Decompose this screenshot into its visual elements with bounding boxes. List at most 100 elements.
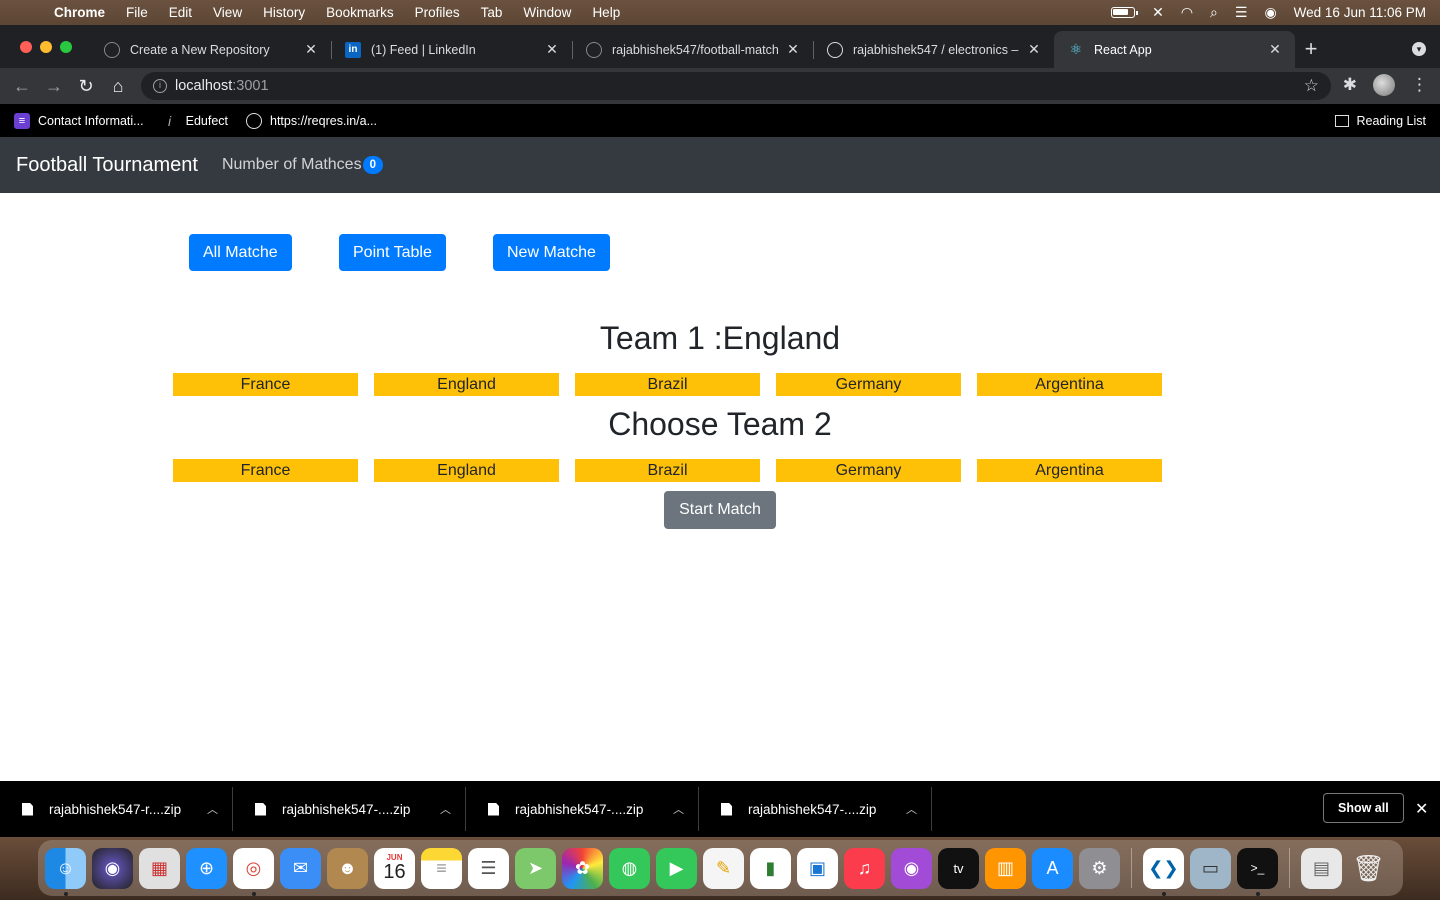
close-tab-icon[interactable]: ✕ bbox=[1267, 41, 1283, 58]
notes-icon[interactable]: ≡ bbox=[421, 847, 462, 889]
chrome-menu-icon[interactable]: ⋮ bbox=[1411, 75, 1428, 95]
contacts-icon[interactable]: ☻ bbox=[327, 847, 368, 889]
siri-icon[interactable]: ◉ bbox=[92, 847, 133, 889]
download-item[interactable]: rajabhishek547-r....zip ︿ bbox=[0, 787, 233, 831]
chevron-up-icon[interactable]: ︿ bbox=[440, 801, 451, 817]
siri-icon[interactable]: ◉ bbox=[1264, 4, 1276, 21]
reminders-icon[interactable]: ☰ bbox=[468, 847, 509, 889]
pages-icon[interactable]: ✎ bbox=[703, 847, 744, 889]
forward-icon[interactable]: → bbox=[38, 76, 70, 97]
team2-option[interactable]: England bbox=[374, 459, 559, 482]
show-all-downloads-button[interactable]: Show all bbox=[1323, 793, 1404, 823]
tab-football-match-repo[interactable]: rajabhishek547/football-match ✕ bbox=[572, 31, 813, 68]
system-preferences-icon[interactable]: ⚙ bbox=[1079, 847, 1120, 889]
close-tab-icon[interactable]: ✕ bbox=[303, 41, 319, 58]
numbers-icon[interactable]: ▮ bbox=[750, 847, 791, 889]
download-item[interactable]: rajabhishek547-....zip ︿ bbox=[699, 787, 932, 831]
profile-avatar[interactable] bbox=[1373, 74, 1395, 96]
team1-option[interactable]: Argentina bbox=[977, 373, 1162, 396]
close-tab-icon[interactable]: ✕ bbox=[544, 41, 560, 58]
team1-option[interactable]: France bbox=[173, 373, 358, 396]
bookmark-contact-information[interactable]: ≡ Contact Informati... bbox=[14, 112, 144, 129]
extensions-icon[interactable]: ✱ bbox=[1343, 75, 1357, 95]
menu-bookmarks[interactable]: Bookmarks bbox=[326, 5, 394, 20]
download-item[interactable]: rajabhishek547-....zip ︿ bbox=[233, 787, 466, 831]
site-info-icon[interactable]: i bbox=[153, 79, 167, 93]
bookmark-star-icon[interactable]: ☆ bbox=[1304, 76, 1319, 96]
maps-icon[interactable]: ➤ bbox=[515, 847, 556, 889]
reload-icon[interactable]: ↻ bbox=[70, 76, 102, 97]
menu-view[interactable]: View bbox=[213, 5, 242, 20]
minimize-window-button[interactable] bbox=[40, 41, 52, 53]
new-tab-icon[interactable]: + bbox=[1300, 36, 1322, 62]
close-window-button[interactable] bbox=[20, 41, 32, 53]
spotlight-search-icon[interactable]: ⌕ bbox=[1210, 4, 1218, 21]
app-store-icon[interactable]: A bbox=[1032, 847, 1073, 889]
reading-list-button[interactable]: Reading List bbox=[1334, 114, 1426, 128]
tab-linkedin[interactable]: in (1) Feed | LinkedIn ✕ bbox=[331, 31, 572, 68]
chevron-up-icon[interactable]: ︿ bbox=[906, 801, 917, 817]
navbar-brand[interactable]: Football Tournament bbox=[16, 154, 198, 177]
calendar-icon[interactable]: JUN 16 bbox=[374, 847, 415, 889]
match-count-link[interactable]: Number of Mathces 0 bbox=[222, 156, 383, 174]
chevron-up-icon[interactable]: ︿ bbox=[673, 801, 684, 817]
battery-icon[interactable] bbox=[1111, 7, 1139, 18]
menubar-clock[interactable]: Wed 16 Jun 11:06 PM bbox=[1294, 5, 1426, 20]
chevron-up-icon[interactable]: ︿ bbox=[207, 801, 218, 817]
team1-option[interactable]: England bbox=[374, 373, 559, 396]
photos-icon[interactable]: ✿ bbox=[562, 847, 603, 889]
home-icon[interactable]: ⌂ bbox=[102, 76, 134, 97]
all-matches-button[interactable]: All Matche bbox=[189, 234, 292, 271]
team2-option[interactable]: Germany bbox=[776, 459, 961, 482]
address-bar[interactable]: i localhost:3001 ☆ bbox=[141, 72, 1331, 100]
bookmark-edufect[interactable]: i Edufect bbox=[162, 113, 228, 129]
menu-edit[interactable]: Edit bbox=[169, 5, 192, 20]
mail-icon[interactable]: ✉ bbox=[280, 847, 321, 889]
menu-file[interactable]: File bbox=[126, 5, 148, 20]
facetime-icon[interactable]: ▶ bbox=[656, 847, 697, 889]
books-icon[interactable]: ▥ bbox=[985, 847, 1026, 889]
bookmark-reqres[interactable]: https://reqres.in/a... bbox=[246, 112, 377, 129]
tab-react-app[interactable]: ⚛ React App ✕ bbox=[1054, 31, 1295, 68]
menu-history[interactable]: History bbox=[263, 5, 305, 20]
close-tab-icon[interactable]: ✕ bbox=[785, 41, 801, 58]
chrome-icon[interactable]: ◎ bbox=[233, 847, 274, 896]
close-icon[interactable]: ✕ bbox=[1415, 799, 1428, 819]
tab-electronics[interactable]: rajabhishek547 / electronics – ✕ bbox=[813, 31, 1054, 68]
menu-tab[interactable]: Tab bbox=[481, 5, 503, 20]
preview-icon[interactable]: ▭ bbox=[1190, 847, 1231, 889]
finder-icon[interactable]: ☺ bbox=[45, 847, 86, 896]
wifi-icon[interactable]: ◠ bbox=[1181, 4, 1193, 21]
menu-profiles[interactable]: Profiles bbox=[415, 5, 460, 20]
team1-option[interactable]: Brazil bbox=[575, 373, 760, 396]
point-table-button[interactable]: Point Table bbox=[339, 234, 446, 271]
apple-tv-icon[interactable]: tv bbox=[938, 847, 979, 889]
team2-option[interactable]: Brazil bbox=[575, 459, 760, 482]
trash-icon[interactable]: 🗑 bbox=[1348, 848, 1389, 889]
team1-option[interactable]: Germany bbox=[776, 373, 961, 396]
music-icon[interactable]: ♫ bbox=[844, 847, 885, 889]
menu-window[interactable]: Window bbox=[523, 5, 571, 20]
start-match-button[interactable]: Start Match bbox=[664, 491, 776, 529]
messages-icon[interactable]: ◍ bbox=[609, 847, 650, 889]
safari-icon[interactable]: ⊕ bbox=[186, 847, 227, 889]
bluetooth-off-icon[interactable]: ✕ bbox=[1152, 4, 1164, 21]
tab-search-icon[interactable]: ▾ bbox=[1412, 42, 1426, 56]
podcasts-icon[interactable]: ◉ bbox=[891, 847, 932, 889]
terminal-icon[interactable]: >_ bbox=[1237, 847, 1278, 896]
menu-help[interactable]: Help bbox=[592, 5, 620, 20]
new-match-button[interactable]: New Matche bbox=[493, 234, 610, 271]
tab-create-repository[interactable]: Create a New Repository ✕ bbox=[90, 31, 331, 68]
team2-option[interactable]: Argentina bbox=[977, 459, 1162, 482]
menu-app-name[interactable]: Chrome bbox=[54, 5, 105, 20]
zoom-window-button[interactable] bbox=[60, 41, 72, 53]
download-item[interactable]: rajabhishek547-....zip ︿ bbox=[466, 787, 699, 831]
back-icon[interactable]: ← bbox=[6, 76, 38, 97]
downloads-folder-icon[interactable]: ▤ bbox=[1301, 847, 1342, 889]
keynote-icon[interactable]: ▣ bbox=[797, 847, 838, 889]
team2-option[interactable]: France bbox=[173, 459, 358, 482]
launchpad-icon[interactable]: ▦ bbox=[139, 847, 180, 889]
close-tab-icon[interactable]: ✕ bbox=[1026, 41, 1042, 58]
vscode-icon[interactable]: ❮❯ bbox=[1143, 847, 1184, 896]
control-center-icon[interactable]: ☰ bbox=[1235, 4, 1248, 21]
